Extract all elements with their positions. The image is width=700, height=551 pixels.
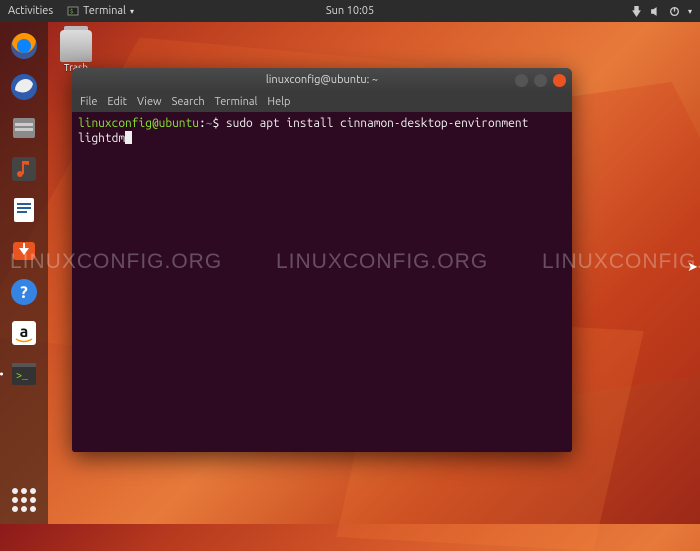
prompt-userhost: linuxconfig@ubuntu <box>78 117 199 130</box>
menu-terminal[interactable]: Terminal <box>215 96 258 108</box>
terminal-cursor <box>125 131 132 144</box>
menu-edit[interactable]: Edit <box>107 96 127 108</box>
mouse-cursor-icon: ➤ <box>687 260 698 275</box>
app-menu[interactable]: $ Terminal ▾ <box>67 5 134 17</box>
dock-firefox[interactable] <box>6 28 42 64</box>
terminal-window: linuxconfig@ubuntu: ~ File Edit View Sea… <box>72 68 572 452</box>
music-icon <box>9 154 39 184</box>
svg-text:a: a <box>20 323 29 341</box>
dock-terminal[interactable]: >_ <box>6 356 42 392</box>
dock: ? a >_ <box>0 22 48 524</box>
svg-text:>_: >_ <box>16 372 29 383</box>
svg-text:$: $ <box>70 8 73 15</box>
trash-icon <box>60 30 92 62</box>
files-icon <box>9 113 39 143</box>
terminal-icon: >_ <box>9 359 39 389</box>
dock-amazon[interactable]: a <box>6 315 42 351</box>
terminal-icon: $ <box>67 5 79 17</box>
menu-search[interactable]: Search <box>172 96 205 108</box>
dock-software[interactable] <box>6 233 42 269</box>
activities-button[interactable]: Activities <box>8 5 53 17</box>
system-status-area[interactable]: ▾ <box>631 6 692 17</box>
power-icon <box>669 6 680 17</box>
chevron-down-icon: ▾ <box>130 7 134 16</box>
clock[interactable]: Sun 10:05 <box>326 5 374 17</box>
prompt-dollar: $ <box>212 117 225 130</box>
close-button[interactable] <box>553 74 566 87</box>
show-applications-button[interactable] <box>10 486 38 514</box>
svg-text:?: ? <box>20 283 28 302</box>
terminal-menubar: File Edit View Search Terminal Help <box>72 92 572 112</box>
document-icon <box>9 195 39 225</box>
minimize-button[interactable] <box>515 74 528 87</box>
menu-help[interactable]: Help <box>267 96 290 108</box>
help-icon: ? <box>9 277 39 307</box>
window-titlebar[interactable]: linuxconfig@ubuntu: ~ <box>72 68 572 92</box>
dock-thunderbird[interactable] <box>6 69 42 105</box>
volume-icon <box>650 6 661 17</box>
software-icon <box>9 236 39 266</box>
maximize-button[interactable] <box>534 74 547 87</box>
menu-file[interactable]: File <box>80 96 97 108</box>
app-menu-label: Terminal <box>83 5 126 17</box>
dock-help[interactable]: ? <box>6 274 42 310</box>
network-icon <box>631 6 642 17</box>
dock-rhythmbox[interactable] <box>6 151 42 187</box>
gnome-top-bar: Activities $ Terminal ▾ Sun 10:05 ▾ <box>0 0 700 22</box>
dock-libreoffice-writer[interactable] <box>6 192 42 228</box>
dock-files[interactable] <box>6 110 42 146</box>
amazon-icon: a <box>9 318 39 348</box>
window-title: linuxconfig@ubuntu: ~ <box>266 74 378 86</box>
chevron-down-icon: ▾ <box>688 7 692 16</box>
prompt-colon: : <box>199 117 206 130</box>
firefox-icon <box>9 31 39 61</box>
terminal-body[interactable]: linuxconfig@ubuntu:~$ sudo apt install c… <box>72 112 572 452</box>
desktop-trash[interactable]: Trash <box>60 30 92 73</box>
menu-view[interactable]: View <box>137 96 162 108</box>
thunderbird-icon <box>9 72 39 102</box>
